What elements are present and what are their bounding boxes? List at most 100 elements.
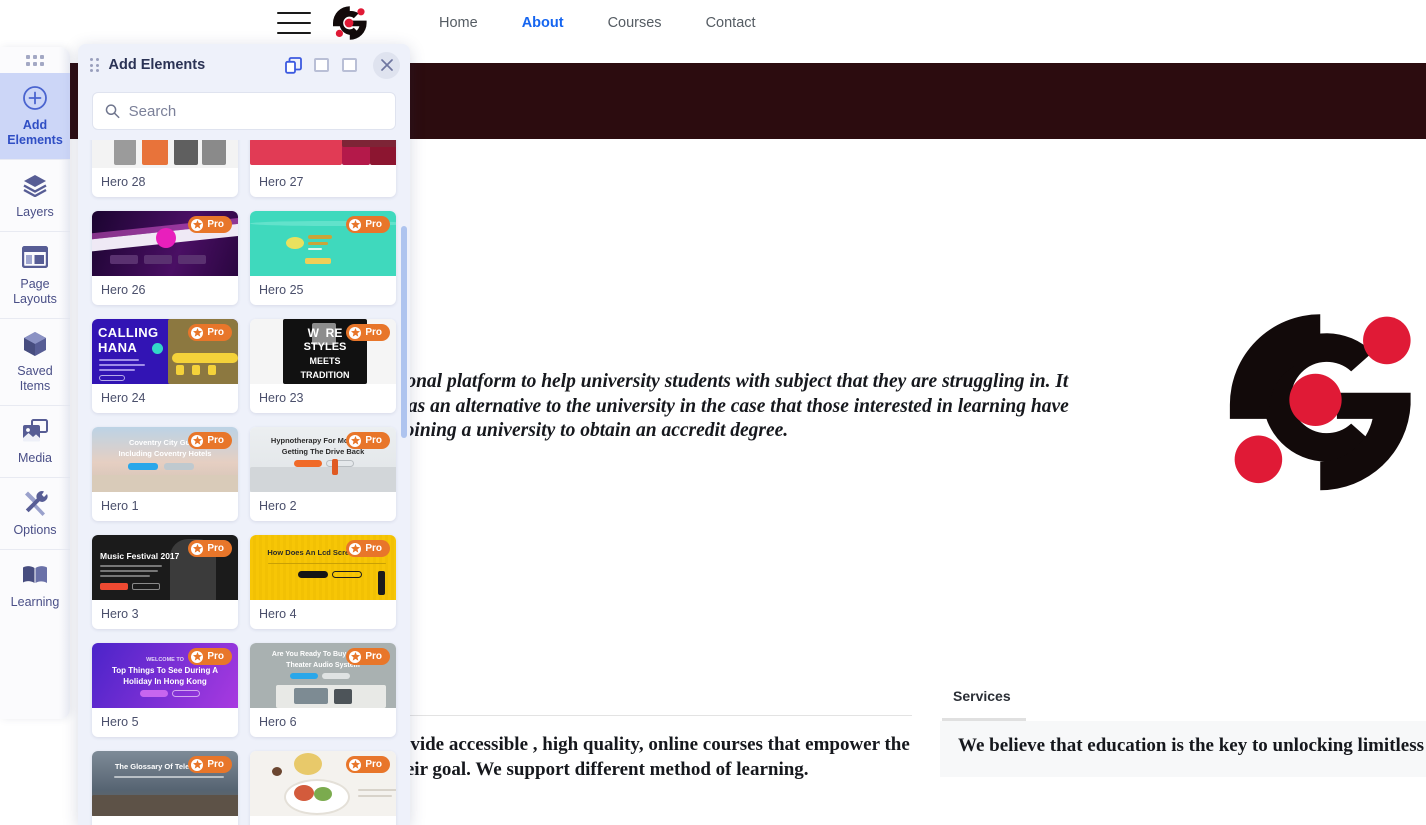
star-icon: [191, 650, 204, 663]
element-thumbnail: CALLING HANA Pro: [92, 319, 238, 384]
star-icon: [349, 218, 362, 231]
dock-left-icon[interactable]: [312, 56, 330, 74]
element-card[interactable]: Pro Hero 26: [92, 211, 238, 305]
element-card[interactable]: CALLING HANA Pro Hero 24: [92, 319, 238, 413]
element-thumbnail: Are You Ready To Buy A HomeTheater Audio…: [250, 643, 396, 708]
element-thumbnail: How Does An Lcd Screen Work Pro: [250, 535, 396, 600]
cube-icon: [21, 330, 49, 358]
element-label: Hero 2: [259, 499, 297, 513]
pro-badge: Pro: [188, 540, 232, 557]
services-paragraph: We believe that education is the key to …: [958, 735, 1426, 756]
element-thumbnail: Pro: [250, 751, 396, 816]
sidebar-item-label: Add Elements: [7, 118, 63, 147]
element-card[interactable]: The Glossary Of Telescopes Pro Hero 7: [92, 751, 238, 825]
hamburger-icon[interactable]: [277, 12, 311, 34]
pro-badge: Pro: [188, 648, 232, 665]
star-icon: [349, 758, 362, 771]
sidebar-item-label: Media: [17, 451, 53, 465]
element-label: Hero 28: [101, 175, 146, 189]
star-icon: [349, 326, 362, 339]
element-card[interactable]: W RE STYLES MEETS TRADITION Pro Hero 23: [250, 319, 396, 413]
sidebar-item-label: Learning: [10, 595, 60, 609]
panel-header: Add Elements: [78, 44, 410, 86]
rail-drag-handle[interactable]: [0, 47, 70, 73]
element-label: Hero 25: [259, 283, 304, 297]
panel-title: Add Elements: [108, 57, 206, 73]
panel-drag-handle-icon[interactable]: [90, 58, 99, 72]
element-thumbnail: Pro: [250, 211, 396, 276]
pro-badge: Pro: [346, 540, 390, 557]
element-card[interactable]: Hero 28: [92, 140, 238, 197]
brand-logo-icon[interactable]: [329, 3, 369, 43]
sidebar-item-add-elements[interactable]: Add Elements: [0, 73, 70, 160]
nav-link-contact[interactable]: Contact: [706, 15, 756, 31]
element-label: Hero 26: [101, 283, 146, 297]
pro-badge: Pro: [188, 216, 232, 233]
element-thumbnail: Coventry City Guide Including Coventry Ho…: [92, 427, 238, 492]
element-label: Hero 27: [259, 175, 304, 189]
element-thumbnail: The Glossary Of Telescopes Pro: [92, 751, 238, 816]
element-thumbnail: [92, 140, 238, 168]
sidebar-item-label: Saved Items: [17, 364, 53, 393]
element-label: Hero 3: [101, 607, 139, 621]
panel-search-area: [78, 86, 410, 144]
star-icon: [349, 650, 362, 663]
panel-scrollbar[interactable]: [401, 226, 407, 438]
element-thumbnail: Pro: [92, 211, 238, 276]
pro-badge: Pro: [346, 756, 390, 773]
pro-badge: Pro: [346, 648, 390, 665]
element-card[interactable]: Are You Ready To Buy A HomeTheater Audio…: [250, 643, 396, 737]
plus-circle-icon: [21, 84, 49, 112]
nav-link-home[interactable]: Home: [439, 15, 478, 31]
nav-link-courses[interactable]: Courses: [608, 15, 662, 31]
element-thumbnail: Music Festival 2017 Pro: [92, 535, 238, 600]
element-card[interactable]: WELCOME TO Top Things To See During A Ho…: [92, 643, 238, 737]
element-label: Hero 7: [92, 816, 238, 825]
element-card[interactable]: Pro Hero 8: [250, 751, 396, 825]
element-card[interactable]: Pro Hero 25: [250, 211, 396, 305]
tools-icon: [21, 489, 49, 517]
sidebar-item-label: Page Layouts: [13, 277, 57, 306]
star-icon: [191, 218, 204, 231]
star-icon: [191, 758, 204, 771]
search-input[interactable]: [128, 102, 383, 120]
element-card[interactable]: Coventry City Guide Including Coventry Ho…: [92, 427, 238, 521]
search-icon: [105, 104, 120, 119]
nav-link-about[interactable]: About: [522, 15, 564, 31]
element-label: Hero 24: [101, 391, 146, 405]
element-card[interactable]: Hypnotherapy For MotivationGetting The D…: [250, 427, 396, 521]
page-layout-icon: [21, 243, 49, 271]
element-card[interactable]: Music Festival 2017 Pro Hero 3: [92, 535, 238, 629]
element-label: Hero 5: [101, 715, 139, 729]
element-card[interactable]: Hero 27: [250, 140, 396, 197]
close-icon[interactable]: [373, 51, 400, 79]
search-box[interactable]: [92, 92, 396, 130]
pro-badge: Pro: [188, 756, 232, 773]
sidebar-item-saved-items[interactable]: Saved Items: [0, 319, 70, 406]
star-icon: [349, 542, 362, 555]
star-icon: [191, 326, 204, 339]
element-label: Hero 4: [259, 607, 297, 621]
elements-scroll-region[interactable]: Hero 28 Hero 27 Pro Hero 26 Pro Hero 25 …: [78, 140, 410, 825]
element-thumbnail: W RE STYLES MEETS TRADITION Pro: [250, 319, 396, 384]
sidebar-item-page-layouts[interactable]: Page Layouts: [0, 232, 70, 319]
tab-services[interactable]: Services: [940, 688, 1426, 718]
sidebar-item-media[interactable]: Media: [0, 406, 70, 478]
element-thumbnail: WELCOME TO Top Things To See During A Ho…: [92, 643, 238, 708]
drag-dots-icon: [26, 54, 44, 66]
sidebar-item-label: Layers: [16, 205, 54, 219]
elements-grid: Hero 28 Hero 27 Pro Hero 26 Pro Hero 25 …: [92, 140, 396, 825]
element-card[interactable]: How Does An Lcd Screen Work Pro Hero 4: [250, 535, 396, 629]
sidebar-item-learning[interactable]: Learning: [0, 550, 70, 621]
pro-badge: Pro: [346, 216, 390, 233]
dock-right-icon[interactable]: [340, 56, 358, 74]
services-body: We believe that education is the key to …: [940, 721, 1426, 777]
star-icon: [191, 434, 204, 447]
site-nav-links: Home About Courses Contact: [439, 15, 756, 31]
element-thumbnail: [250, 140, 396, 168]
pro-badge: Pro: [346, 324, 390, 341]
sidebar-item-options[interactable]: Options: [0, 478, 70, 550]
sidebar-item-layers[interactable]: Layers: [0, 160, 70, 232]
duplicate-panel-icon[interactable]: [284, 56, 302, 74]
services-section: Services We believe that education is th…: [940, 688, 1426, 777]
